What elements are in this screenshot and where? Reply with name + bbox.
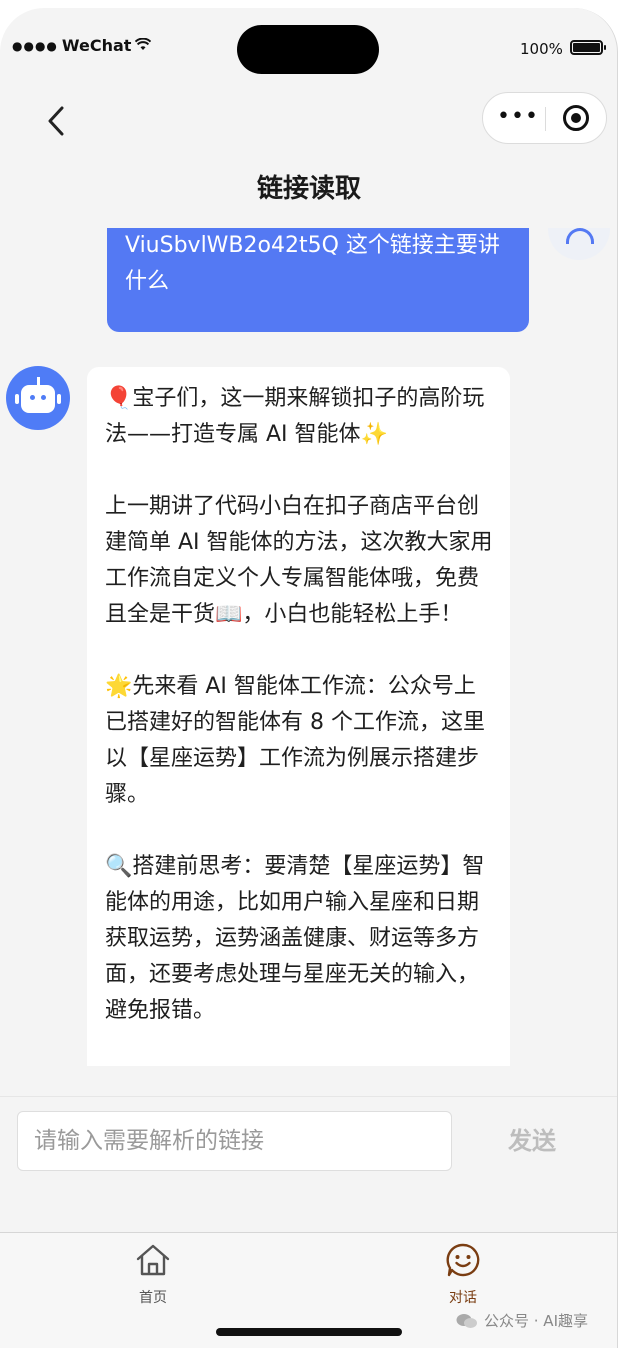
user-avatar bbox=[548, 228, 610, 260]
user-icon bbox=[566, 228, 594, 244]
carrier-label: WeChat bbox=[61, 36, 132, 55]
send-button[interactable]: 发送 bbox=[478, 1111, 586, 1171]
phone-frame: ●●●● WeChat 100% ••• 链接读取 https://mp.wei… bbox=[0, 8, 618, 1348]
watermark-text: 公众号 · AI趣享 bbox=[484, 1312, 588, 1330]
wechat-icon bbox=[456, 1313, 477, 1328]
bot-paragraph: 上一期讲了代码小白在扣子商店平台创建简单 AI 智能体的方法，这次教大家用工作流… bbox=[105, 494, 493, 627]
home-indicator bbox=[216, 1328, 402, 1336]
tab-chat[interactable]: 对话 bbox=[423, 1241, 503, 1307]
back-icon[interactable] bbox=[44, 104, 74, 138]
page-title: 链接读取 bbox=[256, 174, 361, 204]
user-message-text: https://mp.weixin.qq.com/s/-lloCZViuSbvl… bbox=[125, 233, 500, 294]
tab-home[interactable]: 首页 bbox=[113, 1241, 193, 1307]
bot-paragraph: 🎈宝子们，这一期来解锁扣子的高阶玩法——打造专属 AI 智能体✨ bbox=[105, 386, 485, 447]
mini-program-capsule: ••• bbox=[482, 92, 607, 144]
bot-paragraph: 🔍搭建前思考：要清楚【星座运势】智能体的用途，比如用户输入星座和日期获取运势，运… bbox=[105, 854, 485, 1023]
status-bar: ●●●● WeChat 100% bbox=[0, 8, 617, 88]
wifi-icon bbox=[135, 37, 152, 55]
home-icon bbox=[136, 1244, 170, 1276]
link-input[interactable] bbox=[17, 1111, 452, 1171]
dynamic-island bbox=[237, 25, 379, 74]
bot-message-bubble: 🎈宝子们，这一期来解锁扣子的高阶玩法——打造专属 AI 智能体✨ 上一期讲了代码… bbox=[87, 367, 510, 1066]
chat-smile-icon bbox=[446, 1243, 480, 1277]
battery-icon bbox=[570, 40, 606, 55]
tab-chat-label: 对话 bbox=[449, 1290, 477, 1306]
input-area: 发送 bbox=[0, 1096, 617, 1232]
carrier: ●●●● WeChat bbox=[12, 36, 152, 55]
signal-icon: ●●●● bbox=[12, 38, 58, 53]
watermark: 公众号 · AI趣享 bbox=[456, 1310, 588, 1331]
bot-avatar bbox=[6, 366, 70, 430]
battery-percent: 100% bbox=[520, 40, 563, 58]
chat-area[interactable]: https://mp.weixin.qq.com/s/-lloCZViuSbvl… bbox=[0, 228, 617, 1066]
user-message-bubble: https://mp.weixin.qq.com/s/-lloCZViuSbvl… bbox=[107, 228, 529, 332]
more-icon[interactable]: ••• bbox=[497, 106, 538, 129]
capsule-divider bbox=[545, 107, 546, 131]
target-icon[interactable] bbox=[563, 105, 589, 131]
tab-home-label: 首页 bbox=[139, 1290, 167, 1306]
bot-paragraph: 🌟先来看 AI 智能体工作流：公众号上已搭建好的智能体有 8 个工作流，这里以【… bbox=[105, 674, 485, 807]
bot-icon bbox=[21, 377, 55, 413]
